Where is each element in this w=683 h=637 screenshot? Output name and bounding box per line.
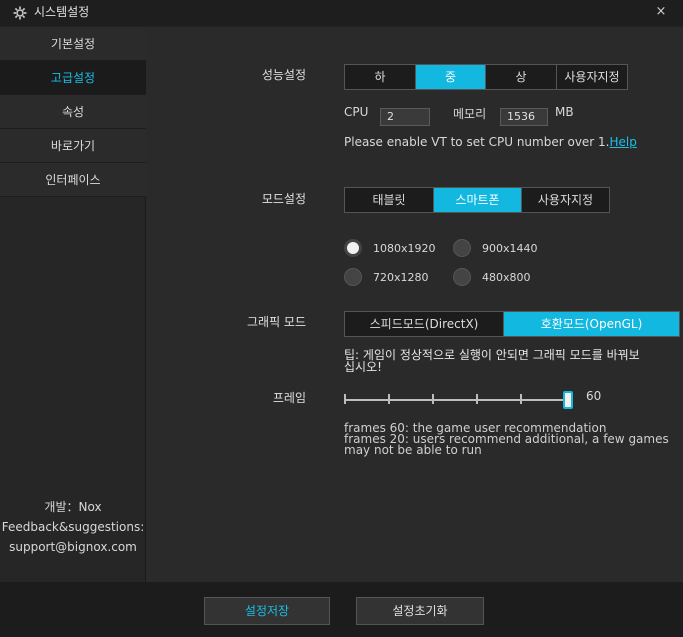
support-email: support@bignox.com [9, 540, 137, 554]
sidebar: 기본설정 고급설정 속성 바로가기 인터페이스 개발：Nox Feedback&… [0, 27, 146, 582]
graphics-directx-button[interactable]: 스피드모드(DirectX) [345, 312, 504, 336]
frame-label: 프레임 [272, 391, 306, 405]
title-bar: 시스템설정 × [0, 0, 683, 26]
memory-input[interactable]: 1536 [500, 108, 548, 126]
gear-icon [13, 6, 27, 20]
slider-tick [344, 394, 346, 404]
performance-selector: 하 중 상 사용자지정 [344, 64, 628, 90]
slider-tick [388, 394, 390, 404]
mode-tablet-button[interactable]: 태블릿 [345, 188, 434, 212]
frame-note: frames 60: the game user recommendation … [344, 421, 669, 457]
main-panel: 성능설정 하 중 상 사용자지정 CPU 2 메모리 1536 MB Pleas… [146, 27, 683, 582]
radio-unselected-icon [453, 268, 471, 286]
mode-label: 모드설정 [261, 192, 306, 206]
radio-selected-icon [344, 239, 362, 257]
help-link[interactable]: Help [610, 135, 637, 149]
slider-tick [476, 394, 478, 404]
resolution-1080x1920-radio[interactable]: 1080x1920 [344, 239, 436, 257]
performance-high-button[interactable]: 상 [486, 65, 557, 89]
cpu-label: CPU [344, 105, 369, 119]
graphics-selector: 스피드모드(DirectX) 호환모드(OpenGL) [344, 311, 680, 337]
resolution-720x1280-radio[interactable]: 720x1280 [344, 268, 429, 286]
mode-smartphone-button[interactable]: 스마트폰 [434, 188, 522, 212]
window-title: 시스템설정 [34, 5, 90, 19]
feedback-text: Feedback&suggestions: [1, 520, 145, 534]
performance-custom-button[interactable]: 사용자지정 [557, 65, 627, 89]
sidebar-item-shortcuts[interactable]: 바로가기 [0, 129, 146, 163]
sidebar-item-properties[interactable]: 속성 [0, 95, 146, 129]
performance-medium-button[interactable]: 중 [416, 65, 486, 89]
cpu-input[interactable]: 2 [380, 108, 430, 126]
save-settings-button[interactable]: 설정저장 [204, 597, 330, 625]
resolution-900x1440-radio[interactable]: 900x1440 [453, 239, 538, 257]
graphics-opengl-button[interactable]: 호환모드(OpenGL) [504, 312, 679, 336]
resolution-480x800-radio[interactable]: 480x800 [453, 268, 531, 286]
vt-note-text: Please enable VT to set CPU number over … [344, 135, 610, 149]
reset-settings-button[interactable]: 설정초기화 [356, 597, 484, 625]
mode-custom-button[interactable]: 사용자지정 [522, 188, 609, 212]
developer-text: 개발：Nox [44, 500, 102, 514]
performance-label: 성능설정 [261, 68, 306, 82]
slider-tick [432, 394, 434, 404]
sidebar-item-advanced-settings[interactable]: 고급설정 [0, 61, 146, 95]
frame-slider-thumb[interactable] [563, 391, 573, 409]
slider-tick [520, 394, 522, 404]
memory-label: 메모리 [453, 107, 487, 121]
frame-value: 60 [586, 389, 602, 403]
radio-unselected-icon [453, 239, 471, 257]
frame-slider-track[interactable] [345, 399, 567, 401]
memory-unit: MB [555, 105, 574, 119]
footer-bar: 설정저장 설정초기화 [0, 582, 683, 637]
sidebar-item-interface[interactable]: 인터페이스 [0, 163, 146, 197]
graphics-tip: 팁: 게임이 정상적으로 실행이 안되면 그래픽 모드를 바꿔보 십시오! [344, 348, 640, 374]
graphics-label: 그래픽 모드 [246, 315, 306, 329]
radio-unselected-icon [344, 268, 362, 286]
sidebar-item-basic-settings[interactable]: 기본설정 [0, 27, 146, 61]
vt-note: Please enable VT to set CPU number over … [344, 135, 637, 149]
sidebar-footer: 개발：Nox Feedback&suggestions: support@big… [0, 497, 146, 557]
close-icon[interactable]: × [653, 4, 669, 20]
mode-selector: 태블릿 스마트폰 사용자지정 [344, 187, 610, 213]
performance-low-button[interactable]: 하 [345, 65, 416, 89]
